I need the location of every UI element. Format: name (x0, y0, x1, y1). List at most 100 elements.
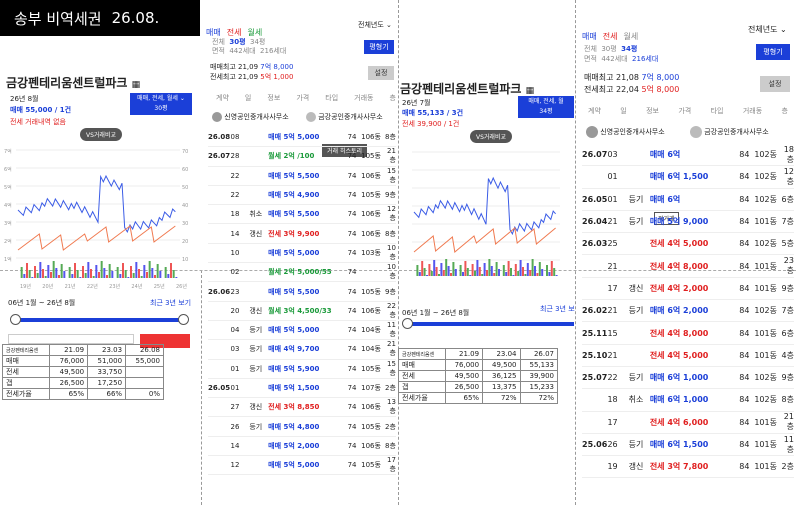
table-row[interactable]: 22 매매 5억 4,900 74 105동 9층 (208, 186, 396, 206)
volume-bar (505, 272, 508, 276)
area-button[interactable]: 평형기 (364, 40, 394, 54)
area-30[interactable]: 30평 (229, 38, 245, 46)
table-row[interactable]: 18 취소 매매 5억 5,500 74 106동 12층 (208, 205, 396, 225)
table-row[interactable]: 25.10 21 전세 4억 5,000 84 101동 4층 (582, 345, 794, 367)
filter-button[interactable]: 매매, 전세, 월세 ⌄ 30평 (130, 93, 192, 115)
tab-trade-2[interactable]: 매매 (582, 32, 597, 41)
cell: 03 (607, 150, 618, 160)
volume-bar (538, 262, 541, 276)
table-row[interactable]: 26.06 23 매매 5억 5,500 74 105동 9층 (208, 282, 396, 302)
cell: 2층 (385, 422, 396, 431)
cell: 26.07 (208, 152, 231, 161)
table-row[interactable]: 25.11 15 전세 4억 8,000 84 101동 6층 (582, 322, 794, 345)
year-select[interactable]: 전체년도 ⌄ (358, 20, 392, 30)
volume-bar (154, 275, 156, 278)
volume-bar (531, 259, 534, 276)
building-icon[interactable]: ▦ (132, 80, 141, 90)
slider-handle-start-2[interactable] (402, 318, 413, 329)
range-slider[interactable] (16, 318, 184, 322)
table-row[interactable]: 01 매매 6억 1,500 84 102동 12층 (582, 166, 794, 189)
slider-handle-start[interactable] (10, 314, 21, 325)
table-row[interactable]: 14 매매 5억 2,000 74 106동 8층 (208, 437, 396, 457)
recent-3y-link[interactable]: 최근 3년 보기 (150, 298, 191, 308)
volume-bar (440, 263, 443, 276)
tab-jeonse-2[interactable]: 전세 (603, 32, 618, 41)
table-row[interactable]: 17 갱신 전세 4억 2,000 84 101동 9층 (582, 278, 794, 301)
volume-bar (526, 263, 529, 276)
area-34-2[interactable]: 34평 (621, 45, 637, 53)
tab-monthly[interactable]: 월세 (247, 28, 262, 37)
volume-bar (550, 261, 553, 276)
tab-monthly-2[interactable]: 월세 (623, 32, 638, 41)
volume-bar (426, 275, 428, 276)
year-select-2[interactable]: 전체년도 ⌄ (748, 24, 787, 35)
table-row[interactable]: 19 갱신 전세 3억 7,800 84 101동 2층 (582, 456, 794, 479)
complex-name-2: 금강펜테리움센트럴파크 ▦ (400, 82, 535, 96)
volume-bar (164, 267, 167, 278)
table-row[interactable]: 01 등기 매매 5억 5,900 74 105동 15층 (208, 360, 396, 379)
table-row[interactable]: 18 취소 매매 6억 1,000 84 102동 8층 (582, 389, 794, 412)
area-button-2[interactable]: 평형기 (756, 44, 790, 60)
tab-trade[interactable]: 매매 (206, 28, 221, 37)
cell: 84 (739, 440, 750, 450)
volume-bar (148, 261, 151, 278)
volume-bar (124, 270, 127, 278)
building-icon[interactable]: ▦ (526, 86, 535, 96)
settings-button-2[interactable]: 설정 (760, 76, 790, 92)
volume-bar (140, 276, 143, 278)
table-row[interactable]: 26 등기 매매 5억 4,800 74 105동 2층 (208, 418, 396, 437)
table-row[interactable]: 14 갱신 전세 3억 9,900 74 106동 8층 (208, 225, 396, 244)
table-row[interactable]: 21 전세 4억 8,000 84 101동 23층 (582, 256, 794, 278)
table-row[interactable]: 26.05 01 매매 5억 1,500 74 107동 2층 (208, 379, 396, 399)
cell: 매매 5억 5,000 (268, 133, 320, 142)
cell: 84 (739, 373, 750, 383)
table-row[interactable]: 22 매매 5억 5,500 74 106동 15층 (208, 167, 396, 186)
cell: 08 (230, 133, 240, 142)
table-row[interactable]: 27 갱신 전세 3억 8,850 74 106동 13층 (208, 398, 396, 418)
cell: 22 (230, 191, 240, 200)
cell: 12층 (783, 166, 794, 186)
table-row[interactable]: 02 월세 2억 5,000/55 74 10층 (208, 263, 396, 283)
cell: 28 (230, 152, 240, 161)
table-row[interactable]: 26.07 03 매매 6억 84 102동 18층 (582, 144, 794, 167)
table-row[interactable]: 03 등기 매매 4억 9,700 74 104동 21층 (208, 340, 396, 360)
cell: 8층 (385, 229, 396, 238)
table-row[interactable]: 26.07 28 월세 2억 /100 74 105동 21층 (208, 147, 396, 167)
table-row[interactable]: 10 매매 5억 5,000 74 103동 10층 (208, 244, 396, 264)
table-row[interactable]: 26.04 21 등기 매매 5억 9,000 84 101동 7층 (582, 211, 794, 234)
table-row[interactable]: 04 등기 매매 5억 5,000 74 104동 11층 (208, 321, 396, 341)
filter-button-2[interactable]: 매매, 전세, 월 34평 (518, 96, 574, 118)
table-row[interactable]: 26.08 08 매매 5억 5,000 74 106동 8층 (208, 128, 396, 148)
divider (201, 270, 202, 505)
area-34[interactable]: 34평 (250, 38, 265, 46)
table-row[interactable]: 20 갱신 월세 3억 4,500/33 74 106동 22층 (208, 302, 396, 321)
volume-bar (76, 270, 79, 278)
area-grid: 전체 30평 34평 면적 442세대 216세대 (212, 38, 287, 55)
divider (575, 0, 576, 505)
recent-3y-link-2[interactable]: 최근 3년 보 (540, 304, 575, 314)
volume-bar (502, 265, 505, 276)
volume-bar (42, 269, 44, 278)
table-row[interactable]: 25.06 26 등기 매매 6억 1,500 84 101동 11층 (582, 434, 794, 457)
volume-bar (92, 276, 95, 278)
table-row[interactable]: 26.03 25 전세 4억 5,000 84 102동 5층 (582, 233, 794, 256)
cell: 21층 (783, 412, 794, 432)
cell: 전세 3억 8,850 (268, 403, 320, 412)
area-30-2[interactable]: 30평 (601, 45, 616, 53)
range-slider-2[interactable] (408, 322, 574, 326)
table-row[interactable]: 25.07 22 등기 매매 6억 1,000 84 102동 9층 (582, 367, 794, 390)
cell: 등기 (249, 422, 263, 431)
table-row[interactable]: 17 전세 4억 6,000 84 101동 21층 (582, 412, 794, 434)
settings-button[interactable]: 설정 (368, 66, 394, 80)
table-row[interactable]: 12 매매 5억 5,000 74 105동 17층 (208, 456, 396, 476)
table-row[interactable]: 26.02 21 등기 매매 6억 2,000 84 102동 7층 (582, 300, 794, 323)
slider-handle-end[interactable] (178, 314, 189, 325)
cell: 106동 (361, 133, 381, 142)
table-row[interactable]: 26.05 01 등기 매매 6억 84 102동 6층 (582, 189, 794, 211)
cell: 101동 (754, 217, 777, 227)
cell: 74 (347, 287, 357, 296)
tab-jeonse[interactable]: 전세 (227, 28, 242, 37)
volume-bar (438, 274, 440, 276)
date-input[interactable] (8, 334, 134, 344)
cell: 12층 (387, 205, 396, 223)
